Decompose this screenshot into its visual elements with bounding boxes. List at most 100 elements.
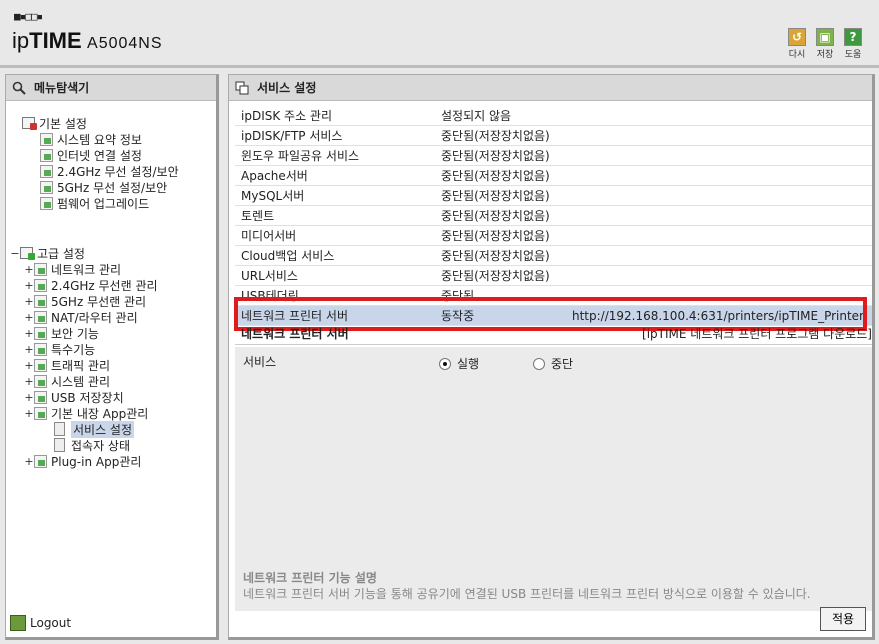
refresh-label: 다시	[788, 50, 806, 60]
tree-wifi24-setup[interactable]: 2.4GHz 무선 설정/보안	[40, 163, 179, 179]
wifi-icon	[40, 180, 53, 194]
expand-toggle[interactable]: +	[24, 343, 34, 356]
radio-stop[interactable]: 중단	[533, 355, 573, 372]
table-row[interactable]: ipDISK 주소 관리 설정되지 않음	[235, 106, 872, 126]
tree-wifi5-setup[interactable]: 5GHz 무선 설정/보안	[40, 179, 167, 195]
traffic-chart-icon	[34, 358, 47, 372]
tree-wlan5-mgmt[interactable]: +5GHz 무선랜 관리	[24, 293, 146, 309]
app-icon	[34, 406, 47, 420]
tree-service-settings[interactable]: 서비스 설정	[54, 420, 135, 438]
folder-icon	[22, 117, 37, 130]
menu-explorer-title: 메뉴탐색기	[6, 75, 216, 101]
logo: ipTIME A5004NS	[12, 28, 163, 54]
collapse-toggle[interactable]: −	[10, 247, 20, 260]
wifi-icon	[34, 278, 47, 292]
expand-toggle[interactable]: +	[24, 295, 34, 308]
table-row[interactable]: URL서비스 중단됨(저장장치없음)	[235, 266, 872, 286]
table-row[interactable]: 미디어서버 중단됨(저장장치없음)	[235, 226, 872, 246]
expand-toggle[interactable]: +	[24, 391, 34, 404]
lock-icon	[34, 326, 47, 340]
help-icon: ?	[844, 28, 862, 46]
table-row[interactable]: ipDISK/FTP 서비스 중단됨(저장장치없음)	[235, 126, 872, 146]
expand-toggle[interactable]: +	[24, 311, 34, 324]
plugin-icon	[34, 454, 47, 468]
tree-internet-setup[interactable]: 인터넷 연결 설정	[40, 147, 142, 163]
save-label: 저장	[816, 50, 834, 60]
tree-firmware-upgrade[interactable]: 펌웨어 업그레이드	[40, 195, 149, 211]
model-name: A5004NS	[87, 35, 163, 52]
help-label: 도움	[844, 50, 862, 60]
table-row[interactable]: 윈도우 파일공유 서비스 중단됨(저장장치없음)	[235, 146, 872, 166]
magnifier-icon	[12, 81, 26, 95]
refresh-button[interactable]: ↺ 다시	[787, 28, 807, 60]
tree-builtin-apps[interactable]: + 기본 내장 App관리	[24, 405, 148, 421]
save-icon: ▣	[816, 28, 834, 46]
windows-icon	[235, 81, 249, 95]
toolbar: ↺ 다시 ▣ 저장 ? 도움	[787, 28, 863, 60]
table-row-printer-selected[interactable]: 네트워크 프린터 서버 동작중 http://192.168.100.4:631/p…	[235, 306, 872, 326]
tree-system-summary[interactable]: 시스템 요약 정보	[40, 131, 142, 147]
page-icon	[54, 438, 65, 452]
tree-network-mgmt[interactable]: + 네트워크 관리	[24, 261, 121, 277]
wifi-icon	[34, 294, 47, 308]
help-button[interactable]: ? 도움	[843, 28, 863, 60]
tree-connected-users[interactable]: 접속자 상태	[54, 437, 130, 453]
logout-icon	[10, 615, 26, 631]
service-config-area: 서비스 실행 중단 네트워크 프린터 기능 설명 네트워크 프린터 서버 기능을…	[235, 347, 872, 611]
logo-ip: ip	[12, 28, 30, 53]
expand-toggle[interactable]: +	[24, 407, 34, 420]
expand-toggle[interactable]: +	[24, 327, 34, 340]
description-text: 네트워크 프린터 서버 기능을 통해 공유기에 연결된 USB 프린터를 네트워…	[243, 587, 811, 601]
tree-security[interactable]: + 보안 기능	[24, 325, 99, 341]
service-label: 서비스	[243, 355, 277, 369]
detail-title: 네트워크 프린터 서버	[241, 327, 349, 341]
table-row[interactable]: 토렌트 중단됨(저장장치없음)	[235, 206, 872, 226]
wifi-icon	[40, 164, 53, 178]
printer-url: http://192.168.100.4:631/printers/ipTIME…	[571, 309, 864, 323]
menu-explorer: 메뉴탐색기 기본 설정 시스템 요약 정보 인터넷 연결 설정 2.4GHz 무…	[5, 74, 219, 640]
service-table: ipDISK 주소 관리 설정되지 않음 ipDISK/FTP 서비스 중단됨(저장…	[235, 106, 872, 326]
radio-checked	[439, 357, 451, 370]
usb-icon	[34, 390, 47, 404]
tree-basic-settings[interactable]: 기본 설정	[22, 115, 87, 131]
expand-toggle[interactable]: +	[24, 359, 34, 372]
header: ■▪□□▪ ipTIME A5004NS ↺ 다시 ▣ 저장 ? 도움	[0, 0, 879, 68]
tree-nat-router[interactable]: + NAT/라우터 관리	[24, 309, 138, 325]
router-icon	[34, 310, 47, 324]
chart-icon	[40, 132, 53, 146]
logout-link[interactable]: Logout	[10, 615, 71, 631]
tree-system-mgmt[interactable]: + 시스템 관리	[24, 373, 110, 389]
description-title: 네트워크 프린터 기능 설명	[243, 571, 377, 585]
expand-toggle[interactable]: +	[24, 375, 34, 388]
apply-button[interactable]: 적용	[820, 607, 866, 631]
radio-run[interactable]: 실행	[439, 355, 479, 372]
page-icon	[54, 422, 65, 436]
table-row[interactable]: Cloud백업 서비스 중단됨(저장장치없음)	[235, 246, 872, 266]
printer-program-download-link[interactable]: [ipTIME 네트워크 프린터 프로그램 다운로드]	[642, 326, 872, 342]
expand-toggle[interactable]: +	[24, 455, 34, 468]
tree-traffic[interactable]: + 트래픽 관리	[24, 357, 110, 373]
table-row[interactable]: Apache서버 중단됨(저장장치없음)	[235, 166, 872, 186]
tree-plugin-apps[interactable]: + Plug-in App관리	[24, 453, 141, 469]
star-icon	[34, 342, 47, 356]
radio-unchecked	[533, 357, 545, 370]
logo-dots: ■▪□□▪	[14, 10, 43, 23]
tree-special[interactable]: + 특수기능	[24, 341, 95, 357]
tree-usb-storage[interactable]: + USB 저장장치	[24, 389, 124, 405]
tree-wlan24-mgmt[interactable]: +2.4GHz 무선랜 관리	[24, 277, 158, 293]
table-row[interactable]: USB테더링 중단됨	[235, 286, 872, 306]
refresh-icon: ↺	[788, 28, 806, 46]
chart-icon	[34, 374, 47, 388]
logo-time: TIME	[29, 28, 82, 53]
folder-icon	[20, 247, 35, 260]
tree-advanced-settings[interactable]: − 고급 설정	[10, 245, 85, 261]
expand-toggle[interactable]: +	[24, 279, 34, 292]
service-settings-panel: 서비스 설정 ipDISK 주소 관리 설정되지 않음 ipDISK/FTP 서비…	[228, 74, 875, 640]
save-button[interactable]: ▣ 저장	[815, 28, 835, 60]
globe-icon	[40, 148, 53, 162]
table-row[interactable]: MySQL서버 중단됨(저장장치없음)	[235, 186, 872, 206]
upgrade-icon	[40, 196, 53, 210]
right-panel: 서비스 설정 ipDISK 주소 관리 설정되지 않음 ipDISK/FTP 서비…	[222, 68, 879, 644]
detail-header: 네트워크 프린터 서버 [ipTIME 네트워크 프린터 프로그램 다운로드]	[235, 326, 872, 345]
expand-toggle[interactable]: +	[24, 263, 34, 276]
